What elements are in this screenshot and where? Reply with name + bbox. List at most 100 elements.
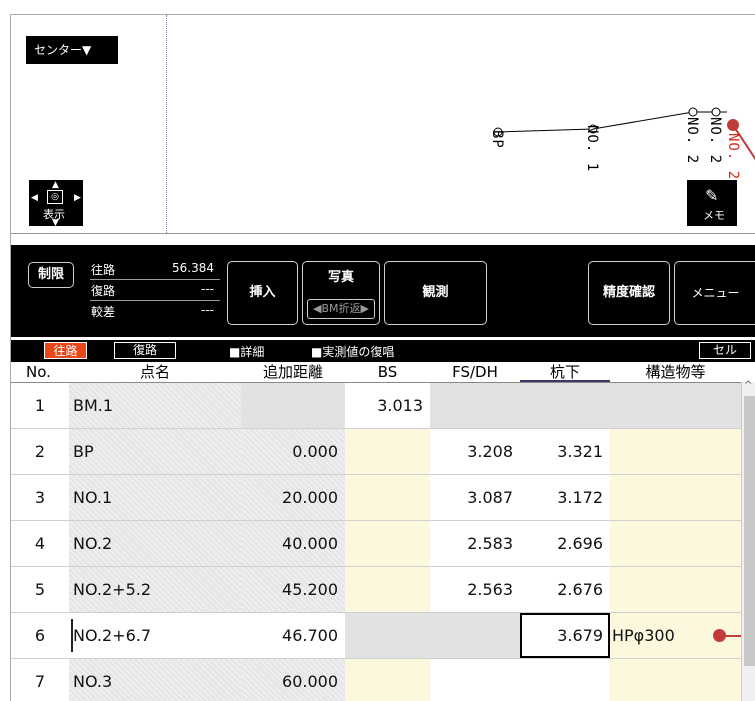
cell-button[interactable]: セル <box>699 342 751 359</box>
cell-dist[interactable]: 46.700 <box>241 613 345 658</box>
options-bar: 往路 復路 ■詳細 ■実測値の復唱 セル <box>11 340 755 362</box>
cell-dist[interactable]: 20.000 <box>241 475 345 520</box>
cell-struct[interactable] <box>610 567 741 612</box>
station-label-no1: NO. 1 <box>584 125 600 173</box>
memo-button[interactable]: ✎ メモ <box>687 180 737 226</box>
cell-struct[interactable] <box>610 429 741 474</box>
limit-button[interactable]: 制限 <box>28 262 74 288</box>
cell-name[interactable]: NO.1 <box>69 475 241 520</box>
header-fsdh[interactable]: FS/DH <box>430 362 520 382</box>
header-bs[interactable]: BS <box>345 362 430 382</box>
cell-bs[interactable] <box>345 659 430 701</box>
table-row[interactable]: 7 NO.3 60.000 <box>11 659 755 701</box>
scroll-thumb[interactable] <box>744 396 755 666</box>
view-icon: ◎ <box>47 190 63 204</box>
cell-fs[interactable]: 2.563 <box>430 567 520 612</box>
table-row[interactable]: 4 NO.2 40.000 2.583 2.696 <box>11 521 755 567</box>
outbound-label: 往路 <box>91 263 116 277</box>
return-tab[interactable]: 復路 <box>114 342 176 359</box>
cell-struct[interactable] <box>610 521 741 566</box>
cell-no[interactable]: 4 <box>11 521 69 566</box>
cell-no[interactable]: 3 <box>11 475 69 520</box>
header-no[interactable]: No. <box>11 362 66 382</box>
cell-kui[interactable]: 3.321 <box>520 429 610 474</box>
cell-fs[interactable]: 3.087 <box>430 475 520 520</box>
table-row[interactable]: 3 NO.1 20.000 3.087 3.172 <box>11 475 755 521</box>
cell-kui[interactable]: 2.696 <box>520 521 610 566</box>
memo-icon: ✎ <box>705 186 719 205</box>
cell-bs[interactable] <box>345 429 430 474</box>
header-kuishita[interactable]: 杭下 <box>520 362 610 382</box>
station-label-no2b: NO. 2 <box>707 117 723 165</box>
photo-label: 写真 <box>327 270 354 285</box>
cell-no[interactable]: 7 <box>11 659 69 701</box>
cell-dist[interactable]: 0.000 <box>241 429 345 474</box>
cell-kui[interactable]: 3.172 <box>520 475 610 520</box>
station-marker <box>688 107 698 117</box>
cell-kui[interactable] <box>520 383 610 428</box>
observe-button[interactable]: 観測 <box>384 261 487 325</box>
detail-checkbox[interactable]: ■詳細 <box>229 343 264 360</box>
cell-struct[interactable] <box>610 475 741 520</box>
pan-up-icon[interactable]: ▲ <box>52 180 59 190</box>
cell-fs[interactable]: 2.583 <box>430 521 520 566</box>
pan-right-icon[interactable]: ▶ <box>74 193 81 203</box>
menu-button[interactable]: メニュー <box>674 261 755 325</box>
cell-no[interactable]: 1 <box>11 383 69 428</box>
station-label-bp: BP <box>489 130 505 149</box>
cell-kui[interactable] <box>520 659 610 701</box>
cell-kui[interactable]: 2.676 <box>520 567 610 612</box>
cell-name[interactable]: NO.2 <box>69 521 241 566</box>
cell-struct[interactable] <box>610 383 741 428</box>
cell-struct[interactable] <box>610 659 741 701</box>
header-distance[interactable]: 追加距離 <box>241 362 345 382</box>
scroll-up-icon[interactable]: ^ <box>744 380 752 391</box>
cell-name[interactable]: NO.2+5.2 <box>69 567 241 612</box>
cell-fs[interactable] <box>430 613 520 658</box>
station-marker <box>711 107 721 117</box>
cell-fs[interactable]: 3.208 <box>430 429 520 474</box>
cell-no[interactable]: 6 <box>11 613 69 658</box>
table-row[interactable]: 2 BP 0.000 3.208 3.321 <box>11 429 755 475</box>
cell-dist[interactable]: 45.200 <box>241 567 345 612</box>
cell-bs[interactable] <box>345 567 430 612</box>
precision-check-button[interactable]: 精度確認 <box>588 261 670 325</box>
table-header: No. 点名 追加距離 BS FS/DH 杭下 構造物等 <box>11 362 755 383</box>
cell-name[interactable]: BP <box>69 429 241 474</box>
cell-name[interactable]: NO.3 <box>69 659 241 701</box>
cell-dist[interactable]: 40.000 <box>241 521 345 566</box>
memo-label: メモ <box>703 209 725 222</box>
cell-no[interactable]: 2 <box>11 429 69 474</box>
cell-no[interactable]: 5 <box>11 567 69 612</box>
cell-fs[interactable] <box>430 659 520 701</box>
outbound-tab[interactable]: 往路 <box>44 342 87 359</box>
text-cursor <box>71 619 73 652</box>
header-name[interactable]: 点名 <box>69 362 241 382</box>
table-row[interactable]: 5 NO.2+5.2 45.200 2.563 2.676 <box>11 567 755 613</box>
toolbar: 制限 往路 56.384 復路 --- 較差 --- 挿入 写真 ◀BM折返▶ … <box>11 245 755 337</box>
table-row[interactable]: 6 NO.2+6.7 46.700 3.679 HPφ300 <box>11 613 755 659</box>
cell-fs[interactable] <box>430 383 520 428</box>
insert-button[interactable]: 挿入 <box>227 261 298 325</box>
app-window: センター▼ BP NO. 1 NO. 2 NO. 2 NO. 2 ▲ ◀ ▶ ◎… <box>10 14 755 701</box>
cell-bs[interactable] <box>345 475 430 520</box>
photo-button[interactable]: 写真 ◀BM折返▶ <box>302 261 380 325</box>
vertical-scrollbar[interactable]: ^ <box>741 380 755 701</box>
route-polyline <box>493 107 755 161</box>
cell-bs[interactable] <box>345 521 430 566</box>
cell-dist[interactable] <box>241 383 345 428</box>
bm-fold-button[interactable]: ◀BM折返▶ <box>307 299 375 319</box>
header-structure[interactable]: 構造物等 <box>610 362 741 382</box>
display-control[interactable]: ▲ ◀ ▶ ◎ 表示 ▼ <box>29 180 83 228</box>
pan-down-icon[interactable]: ▼ <box>52 218 59 228</box>
cell-dist[interactable]: 60.000 <box>241 659 345 701</box>
cell-bs[interactable]: 3.013 <box>345 383 430 428</box>
cell-bs[interactable] <box>345 613 430 658</box>
return-label: 復路 <box>91 284 116 298</box>
route-map[interactable]: センター▼ BP NO. 1 NO. 2 NO. 2 NO. 2 ▲ ◀ ▶ ◎… <box>11 15 755 234</box>
recall-checkbox[interactable]: ■実測値の復唱 <box>311 343 394 360</box>
table-row[interactable]: 1 BM.1 3.013 <box>11 383 755 429</box>
cell-name[interactable]: NO.2+6.7 <box>69 613 241 658</box>
pan-left-icon[interactable]: ◀ <box>31 193 38 203</box>
cell-name[interactable]: BM.1 <box>69 383 241 428</box>
